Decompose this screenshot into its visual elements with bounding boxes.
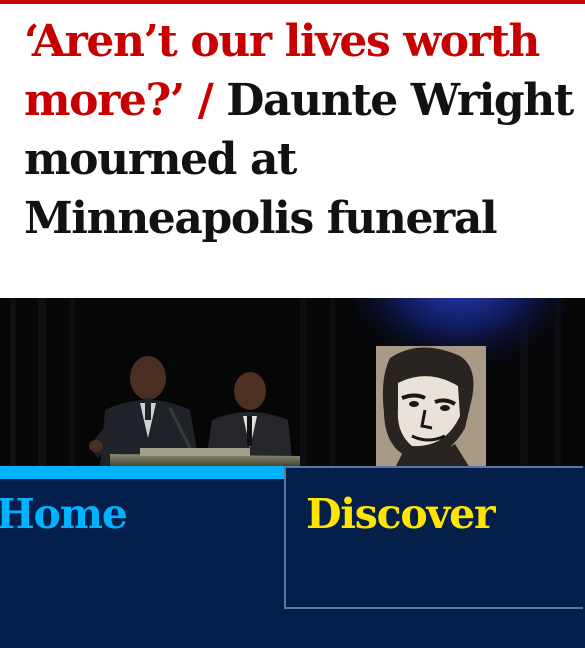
article-photo[interactable] bbox=[0, 298, 585, 468]
top-rule bbox=[0, 0, 585, 4]
tab-discover[interactable]: Discover bbox=[284, 466, 583, 609]
tab-discover-label: Discover bbox=[306, 490, 496, 538]
tab-home-active-indicator bbox=[0, 466, 285, 479]
tab-home[interactable]: Home bbox=[0, 466, 285, 648]
tab-home-label: Home bbox=[0, 490, 128, 538]
article-page: ‘Aren’t our lives worth more?’ / Daunte … bbox=[0, 0, 585, 648]
bottom-navigation: Home Discover bbox=[0, 466, 585, 648]
article-headline[interactable]: ‘Aren’t our lives worth more?’ / Daunte … bbox=[24, 12, 576, 248]
funeral-photo-image bbox=[0, 298, 585, 468]
